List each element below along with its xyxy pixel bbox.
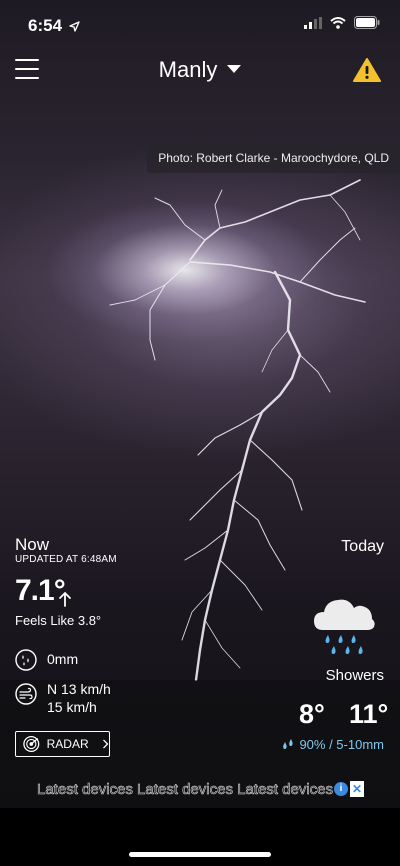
location-name: Manly — [158, 57, 218, 82]
radar-button[interactable]: RADAR — [15, 731, 110, 757]
wind-speed: N 13 km/h — [47, 681, 111, 697]
warning-icon[interactable] — [353, 57, 381, 83]
updated-time: UPDATED AT 6:48AM — [15, 554, 117, 565]
wifi-icon — [330, 16, 346, 29]
radar-icon — [23, 735, 40, 753]
raindrops-icon — [283, 738, 294, 749]
location-arrow-icon — [69, 21, 80, 32]
photo-credit: Photo: Robert Clarke - Maroochydore, QLD — [147, 143, 400, 173]
showers-icon — [314, 599, 375, 655]
location-selector[interactable]: Manly — [0, 57, 400, 83]
rain-chance-value: 90% / 5-10mm — [299, 737, 384, 752]
status-time: 6:54 — [28, 16, 80, 36]
weather-screen: 6:54 Manly Photo: Robert Clarke - Marooc… — [0, 0, 400, 866]
arrow-up-icon — [59, 592, 71, 607]
home-indicator[interactable] — [129, 852, 271, 857]
close-icon[interactable]: ✕ — [350, 781, 364, 797]
rain-gauge-icon — [15, 649, 37, 671]
ad-info-icon[interactable]: i — [334, 782, 348, 796]
now-heading: Now — [15, 535, 50, 554]
status-indicators — [304, 16, 380, 29]
rain-chance: 90% / 5-10mm — [281, 737, 384, 752]
today-heading: Today — [341, 538, 384, 555]
radar-label: RADAR — [46, 737, 89, 751]
chevron-down-icon — [227, 65, 242, 74]
bottom-safe-area — [0, 808, 400, 866]
signal-icon — [304, 16, 322, 29]
battery-icon — [354, 16, 380, 29]
temperature-min: 8° — [299, 699, 325, 729]
wind-icon — [15, 683, 37, 705]
feels-like: Feels Like 3.8° — [15, 613, 102, 628]
forecast-condition: Showers — [325, 667, 384, 684]
status-time-text: 6:54 — [28, 16, 63, 35]
ad-banner[interactable]: Latest devices Latest devices Latest dev… — [37, 780, 364, 800]
temperature-max: 11° — [349, 699, 389, 729]
rainfall-value: 0mm — [47, 651, 79, 667]
chevron-right-icon — [102, 739, 108, 749]
wind-gust: 15 km/h — [47, 699, 97, 715]
ad-text: Latest devices Latest devices Latest dev… — [37, 781, 334, 799]
